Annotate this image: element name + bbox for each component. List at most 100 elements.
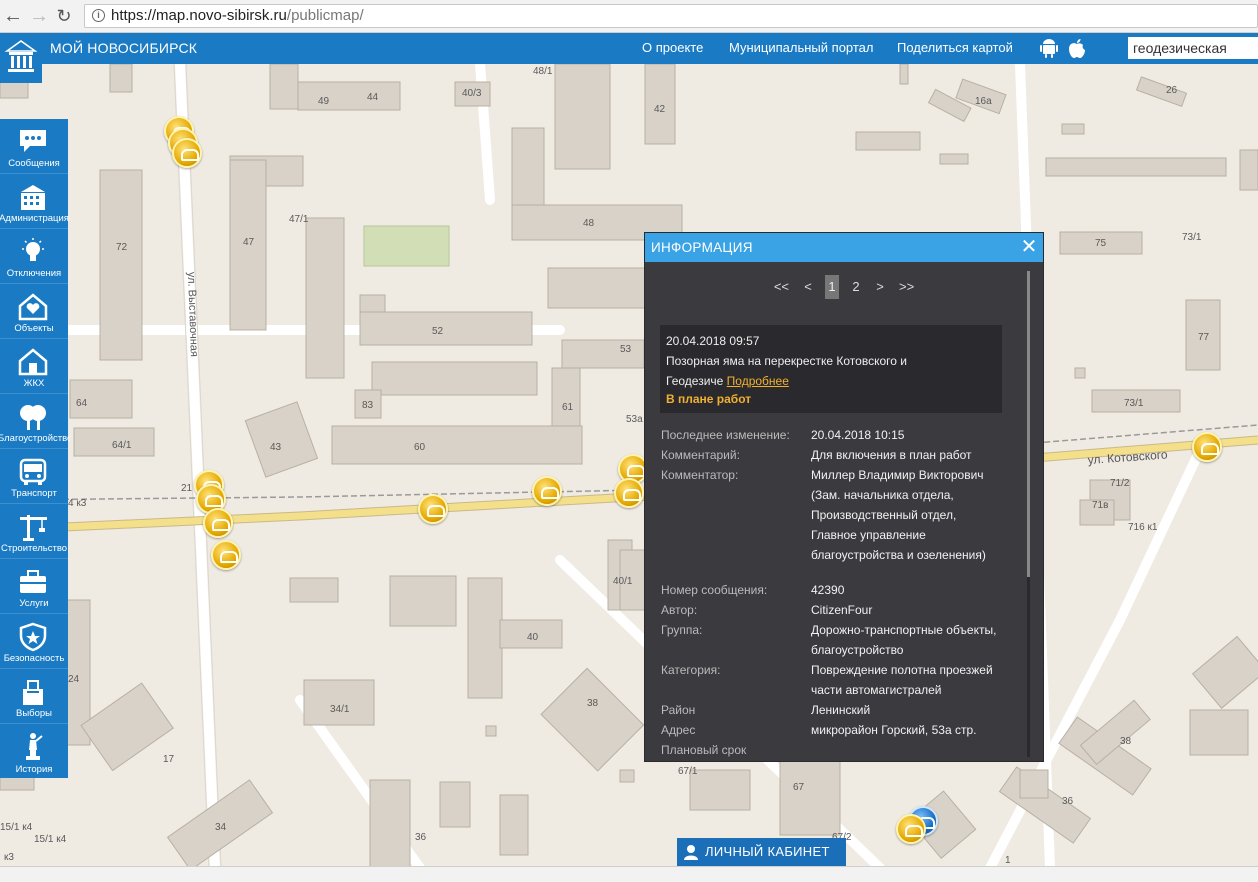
popup-header: ИНФОРМАЦИЯ ✕	[645, 233, 1043, 262]
city-logo[interactable]	[0, 33, 42, 83]
sidebar-label: Сообщения	[8, 158, 60, 169]
pager-first[interactable]: <<	[772, 275, 791, 299]
svg-text:53: 53	[620, 344, 632, 355]
sidebar-item-improvement[interactable]: Благоустройство	[0, 394, 70, 449]
svg-text:36: 36	[415, 832, 427, 843]
incident-marker[interactable]	[172, 138, 202, 168]
field-label: Номер сообщения:	[661, 583, 768, 597]
crane-icon	[20, 515, 47, 541]
sidebar-label: Отключения	[6, 268, 62, 279]
svg-text:48: 48	[583, 218, 595, 229]
field-label: Комментарий:	[661, 448, 740, 462]
android-icon[interactable]	[1038, 37, 1060, 59]
close-icon[interactable]: ✕	[1019, 237, 1039, 257]
sidebar-item-elections[interactable]: Выборы	[0, 669, 68, 724]
field-label: Плановый срок	[661, 743, 747, 757]
sidebar-item-objects[interactable]: Объекты	[0, 284, 68, 339]
user-icon	[684, 845, 698, 860]
svg-text:48/1: 48/1	[533, 66, 553, 77]
pager-next[interactable]: >	[873, 275, 887, 299]
svg-text:67: 67	[793, 782, 805, 793]
incident-marker[interactable]	[203, 508, 233, 538]
pager-page-1[interactable]: 1	[825, 275, 839, 299]
sidebar-item-history[interactable]: История	[0, 724, 68, 779]
sidebar-label: Услуги	[19, 598, 49, 609]
reload-icon[interactable]: ↻	[53, 5, 75, 27]
svg-text:43: 43	[270, 442, 282, 453]
personal-cabinet-button[interactable]: ЛИЧНЫЙ КАБИНЕТ	[677, 838, 846, 866]
svg-text:36: 36	[1062, 796, 1074, 807]
bus-icon	[19, 458, 47, 485]
incident-marker[interactable]	[614, 478, 644, 508]
svg-text:16а: 16а	[975, 96, 992, 107]
url-host: https://map.novo-sibirsk.ru	[111, 7, 287, 24]
info-popup: ИНФОРМАЦИЯ ✕ << <1 2 > >> 20.04.2018 09:57 П…	[644, 232, 1044, 762]
sidebar-item-construction[interactable]: Строительство	[0, 504, 68, 559]
incident-marker[interactable]	[418, 494, 448, 524]
pager-page-2[interactable]: 2	[849, 275, 863, 299]
field-label: Автор:	[661, 603, 698, 617]
incident-marker[interactable]	[896, 814, 926, 844]
pager-prev[interactable]: <	[801, 275, 815, 299]
svg-text:1: 1	[1005, 855, 1011, 866]
browser-toolbar: ← → ↻ i https://map.novo-sibirsk.ru/publ…	[0, 0, 1258, 33]
sidebar-label: Администрация	[0, 213, 69, 224]
svg-text:38: 38	[1120, 736, 1132, 747]
city-map[interactable]: 48/1 49 44 40/3 42 16а 26 72 47 47/1 48 75 73/1 52…	[0, 64, 1258, 868]
shield-icon	[19, 622, 47, 652]
field-value: 20.04.2018 10:15	[811, 428, 905, 442]
field-value: Дорожно-транспортные объекты,	[811, 623, 997, 637]
svg-text:44: 44	[367, 92, 379, 103]
svg-text:64: 64	[76, 398, 88, 409]
incident-marker[interactable]	[532, 476, 562, 506]
svg-text:40/1: 40/1	[613, 576, 633, 587]
municipal-portal-link[interactable]: Муниципальный портал	[729, 40, 874, 55]
sidebar-item-administration[interactable]: Администрация	[0, 174, 69, 229]
sidebar-item-messages[interactable]: Сообщения	[0, 119, 68, 174]
popup-scrollbar-thumb[interactable]	[1027, 271, 1030, 577]
svg-text:15/1 к4: 15/1 к4	[0, 822, 33, 833]
sidebar-item-outages[interactable]: Отключения	[0, 229, 68, 284]
sidebar-item-security[interactable]: Безопасность	[0, 614, 68, 669]
sidebar-item-services[interactable]: Услуги	[0, 559, 68, 614]
field-label: Группа:	[661, 623, 703, 637]
pagination: << <1 2 > >>	[645, 275, 1043, 299]
tree-icon	[20, 405, 46, 430]
apple-icon[interactable]	[1066, 37, 1088, 59]
building-icon	[21, 185, 45, 210]
back-icon[interactable]: ←	[2, 5, 24, 27]
incident-marker[interactable]	[211, 540, 241, 570]
about-link[interactable]: О проекте	[642, 40, 703, 55]
address-bar[interactable]: i https://map.novo-sibirsk.ru/publicmap/	[84, 4, 1258, 28]
svg-text:71в: 71в	[1092, 500, 1108, 511]
incident-marker[interactable]	[1192, 432, 1222, 462]
briefcase-icon	[20, 570, 46, 593]
chat-icon	[20, 130, 46, 152]
field-value: Для включения в план работ	[811, 448, 972, 462]
pager-last[interactable]: >>	[897, 275, 916, 299]
message-card: 20.04.2018 09:57 Позорная яма на перекре…	[660, 325, 1002, 413]
svg-text:72: 72	[116, 242, 128, 253]
sidebar-item-housing[interactable]: ЖКХ	[0, 339, 68, 394]
svg-text:49: 49	[318, 96, 330, 107]
message-text-line1: Позорная яма на перекрестке Котовского и	[666, 354, 907, 368]
svg-text:67/1: 67/1	[678, 766, 698, 777]
status-badge: В плане работ	[666, 392, 752, 406]
svg-text:к3: к3	[4, 852, 14, 863]
field-value: Главное управление	[811, 528, 926, 542]
svg-text:21: 21	[181, 483, 193, 494]
ballot-icon	[23, 680, 43, 705]
sidebar-label: Строительство	[0, 543, 68, 554]
sidebar-item-transport[interactable]: Транспорт	[0, 449, 68, 504]
more-details-link[interactable]: Подробнее	[727, 374, 789, 388]
svg-text:42: 42	[654, 104, 666, 115]
forward-icon[interactable]: →	[28, 5, 50, 27]
share-map-link[interactable]: Поделиться картой	[897, 40, 1013, 55]
lightbulb-icon	[22, 238, 44, 261]
search-input[interactable]	[1128, 37, 1258, 59]
info-icon[interactable]: i	[92, 9, 105, 22]
svg-text:17: 17	[163, 754, 175, 765]
svg-text:4 к3: 4 к3	[68, 498, 87, 509]
field-label: Адрес	[661, 723, 696, 737]
app-header: МОЙ НОВОСИБИРСК О проекте Муниципальный …	[0, 33, 1258, 64]
